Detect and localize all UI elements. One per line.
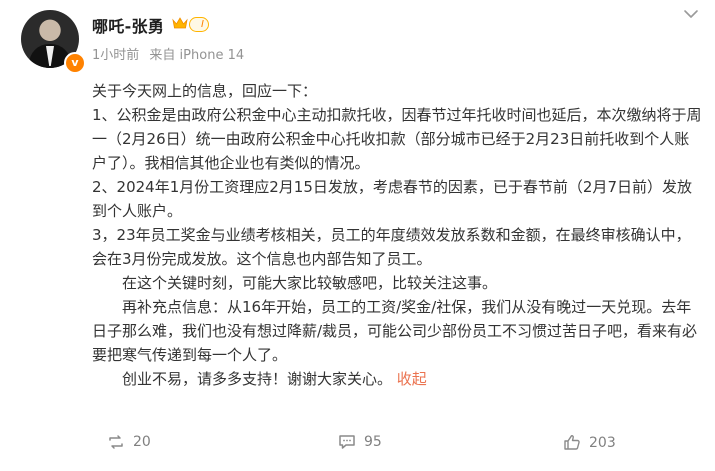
post-paragraph: 再补充点信息：从16年开始，员工的工资/奖金/社保，我们从没有晚过一天兑现。去年…	[92, 298, 698, 364]
post-meta: 1小时前 来自 iPhone 14	[92, 44, 250, 63]
post-paragraph: 2、2024年1月份工资理应2月15日发放，考虑春节的因素，已于春节前（2月7日…	[92, 178, 692, 220]
post-paragraph: 关于今天网上的信息，回应一下：	[92, 82, 318, 100]
action-bar: 20 95 203	[0, 426, 715, 462]
post-paragraph: 3，23年员工奖金与业绩考核相关，员工的年度绩效发放系数和金额，在最终审核确认中…	[92, 226, 691, 268]
thumbs-up-icon	[564, 435, 580, 450]
post-source: 来自 iPhone 14	[149, 48, 245, 63]
post-paragraph: 1、公积金是由政府公积金中心主动扣款托收，因春节过年托收时间也延后，本次缴纳将于…	[92, 106, 702, 172]
comment-button[interactable]: 95	[338, 434, 382, 450]
post-content: 关于今天网上的信息，回应一下： 1、公积金是由政府公积金中心主动扣款托收，因春节…	[92, 79, 704, 391]
post-time[interactable]: 1小时前	[92, 48, 139, 63]
collapse-link[interactable]: 收起	[397, 370, 427, 388]
crown-icon	[172, 17, 188, 29]
repost-icon	[109, 435, 123, 449]
chevron-down-icon[interactable]	[683, 8, 699, 20]
author-name[interactable]: 哪吒-张勇	[92, 13, 164, 37]
repost-button[interactable]: 20	[107, 434, 151, 450]
comment-icon	[339, 435, 355, 449]
post-paragraph-last: 创业不易，请多多支持！谢谢大家关心。 收起	[92, 367, 704, 391]
repost-count: 20	[133, 434, 151, 450]
like-count: 203	[589, 434, 616, 451]
post-paragraph-text: 创业不易，请多多支持！谢谢大家关心。	[122, 370, 393, 388]
vip-level-badge: I	[189, 17, 209, 32]
verified-badge-icon: v	[64, 52, 86, 74]
comment-count: 95	[364, 434, 382, 450]
like-button[interactable]: 203	[563, 434, 616, 451]
post-paragraph: 在这个关键时刻，可能大家比较敏感吧，比较关注这事。	[122, 274, 498, 292]
